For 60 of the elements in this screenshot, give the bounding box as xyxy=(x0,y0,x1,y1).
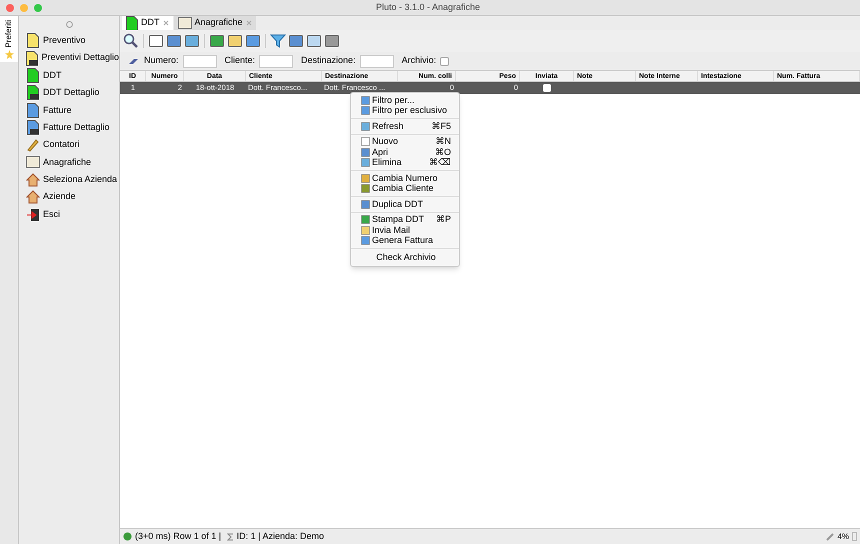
card-icon xyxy=(26,156,40,168)
menu-item[interactable]: Cambia Cliente xyxy=(351,184,459,194)
collapse-icon[interactable] xyxy=(66,20,72,28)
pencil-icon xyxy=(26,138,40,152)
status-text: ID: 1 | Azienda: Demo xyxy=(236,530,324,543)
filter-label: Numero: xyxy=(144,54,179,68)
menu-item[interactable]: Refresh ⌘F5 xyxy=(351,121,459,132)
filter-label: Destinazione: xyxy=(301,54,356,68)
shortcut: ⌘F5 xyxy=(431,120,451,132)
checkbox[interactable] xyxy=(543,84,551,92)
sidebar-item[interactable]: Aziende xyxy=(19,188,119,206)
funnel-icon[interactable] xyxy=(270,33,286,49)
sidebar-item[interactable]: DDT xyxy=(19,66,119,84)
menu-item[interactable]: Elimina ⌘⌫ xyxy=(351,158,459,168)
shortcut: ⌘⌫ xyxy=(429,156,451,169)
menu-item[interactable]: Check Archivio xyxy=(351,251,459,264)
sidebar-item[interactable]: Preventivo xyxy=(19,32,119,50)
broom-icon xyxy=(826,532,834,540)
menu-item[interactable]: Invia Mail xyxy=(351,225,459,236)
shortcut: ⌘O xyxy=(434,146,451,158)
sidebar-item[interactable]: Preventivi Dettaglio xyxy=(19,49,119,67)
sidebar-item[interactable]: Seleziona Azienda xyxy=(19,171,119,189)
sidebar-item[interactable]: Esci xyxy=(19,206,119,224)
filter-label: Archivio: xyxy=(402,54,436,68)
input-field[interactable] xyxy=(360,54,394,68)
menu-item[interactable]: Nuovo ⌘N xyxy=(351,136,459,147)
side-tab[interactable]: Preferiti xyxy=(0,16,18,62)
house-icon xyxy=(26,172,40,187)
eraser-icon[interactable] xyxy=(128,56,140,66)
status-text: (3+0 ms) Row 1 of 1 | xyxy=(135,530,222,543)
menu-item[interactable]: Filtro per... xyxy=(351,95,459,106)
menu-item[interactable]: Duplica DDT xyxy=(351,199,459,210)
sum-icon xyxy=(226,532,234,540)
memory-usage: 4% xyxy=(837,530,849,542)
sidebar-item[interactable]: Fatture Dettaglio xyxy=(19,118,119,136)
sidebar-item[interactable]: Fatture xyxy=(19,102,119,119)
house-icon xyxy=(26,190,40,204)
menu-item[interactable]: Filtro per esclusivo xyxy=(351,106,459,116)
shortcut: ⌘P xyxy=(436,213,451,226)
filter-label: Cliente: xyxy=(224,54,256,68)
tab[interactable]: DDT xyxy=(122,16,172,30)
sidebar-item[interactable]: DDT Dettaglio xyxy=(19,84,119,102)
search-icon[interactable] xyxy=(123,33,139,49)
tab[interactable]: Anagrafiche xyxy=(174,16,256,30)
sidebar-item[interactable]: Contatori xyxy=(19,136,119,154)
menu-item[interactable]: Genera Fattura xyxy=(351,236,459,246)
checkbox[interactable] xyxy=(440,56,450,66)
exit-icon xyxy=(26,208,40,222)
info-icon xyxy=(123,532,132,541)
shortcut: ⌘N xyxy=(436,135,451,148)
menu-item[interactable]: Stampa DDT ⌘P xyxy=(351,214,459,225)
menu-item[interactable]: Apri ⌘O xyxy=(351,147,459,158)
input-field[interactable] xyxy=(182,54,217,68)
close-button[interactable] xyxy=(6,4,14,12)
battery-icon xyxy=(852,532,857,541)
window-title: Pluto - 3.1.0 - Anagrafiche xyxy=(374,0,482,14)
menu-item[interactable]: Cambia Numero xyxy=(351,173,459,184)
input-field[interactable] xyxy=(259,54,294,68)
sidebar-item[interactable]: Anagrafiche xyxy=(19,154,119,172)
star-icon xyxy=(4,50,14,59)
